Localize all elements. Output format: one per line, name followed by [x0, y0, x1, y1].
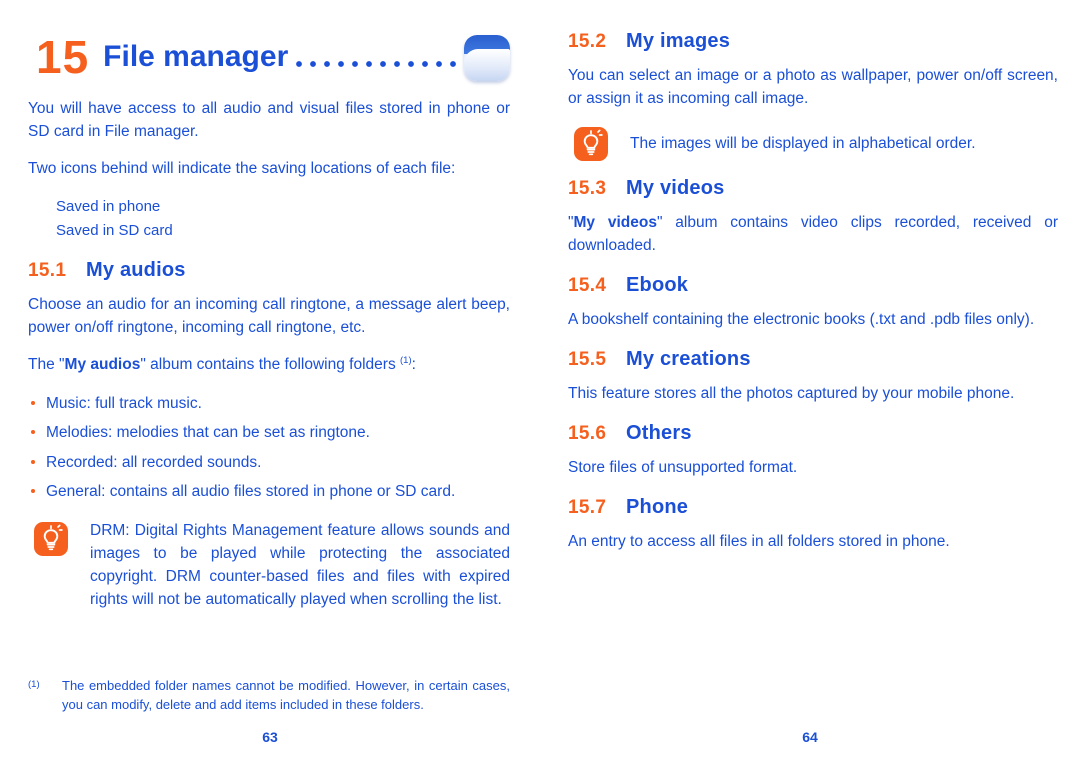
locations-intro: Two icons behind will indicate the savin… — [28, 159, 456, 177]
section-15-5-paragraph: This feature stores all the photos captu… — [568, 384, 1015, 402]
section-title: My images — [626, 30, 731, 52]
section-title: My videos — [626, 176, 725, 199]
footnote-text: The embedded folder names cannot be modi… — [62, 678, 510, 713]
section-number: 15.7 — [568, 496, 607, 518]
folders-intro: The "My audios" album contains the follo… — [28, 354, 510, 377]
section-number: 15.6 — [568, 422, 607, 444]
section-number: 15.1 — [28, 260, 67, 282]
page-number-left: 63 — [262, 729, 278, 745]
list-item: Recorded: all recorded sounds. — [28, 450, 510, 475]
footnote-reference-marker: (1) — [400, 355, 412, 367]
album-name-my-videos: My videos — [573, 213, 657, 231]
drm-note: DRM: Digital Rights Management feature a… — [28, 520, 510, 612]
section-15-6-paragraph: Store files of unsupported format. — [568, 458, 798, 476]
lightbulb-tip-icon — [574, 126, 608, 161]
section-15-2-paragraph: You can select an image or a photo as wa… — [568, 67, 1058, 107]
dot-leader — [294, 47, 460, 77]
section-number: 15.2 — [568, 31, 607, 52]
footnote-marker: (1) — [28, 679, 40, 691]
section-heading-15-1: 15.1 My audios — [28, 259, 510, 282]
section-15-4-paragraph: A bookshelf containing the electronic bo… — [568, 310, 1035, 328]
section-number: 15.5 — [568, 348, 607, 370]
section-title: Phone — [626, 495, 689, 518]
page-number-right: 64 — [802, 729, 818, 745]
section-number: 15.4 — [568, 274, 607, 296]
folders-intro-album-name: My audios — [64, 356, 141, 374]
audio-folders-list: Music: full track music. Melodies: melod… — [28, 391, 510, 503]
folder-icon — [464, 35, 510, 81]
page-left: 15 File manager You will have access to … — [0, 0, 540, 767]
section-title: My creations — [626, 347, 751, 370]
section-heading-15-5: 15.5 My creations — [568, 348, 1058, 371]
section-title: My audios — [86, 259, 186, 282]
section-15-3-paragraph: "My videos" album contains video clips r… — [568, 212, 1058, 258]
section-heading-15-2: 15.2 My images — [568, 30, 1058, 53]
saving-locations-list: Saved in phone Saved in SD card — [28, 195, 510, 244]
section-15-1-paragraph: Choose an audio for an incoming call rin… — [28, 296, 510, 337]
folders-intro-end: : — [411, 356, 416, 374]
section-number: 15.3 — [568, 177, 607, 199]
intro-paragraph: You will have access to all audio and vi… — [28, 100, 510, 140]
chapter-header: 15 File manager — [36, 26, 510, 88]
section-heading-15-3: 15.3 My videos — [568, 177, 1058, 200]
section-heading-15-7: 15.7 Phone — [568, 496, 1058, 519]
chapter-number: 15 — [36, 31, 90, 83]
my-images-note: The images will be displayed in alphabet… — [568, 126, 1058, 161]
drm-note-text: DRM: Digital Rights Management feature a… — [90, 521, 510, 608]
section-heading-15-6: 15.6 Others — [568, 422, 1058, 445]
list-item: General: contains all audio files stored… — [28, 479, 510, 504]
location-saved-in-phone: Saved in phone — [56, 197, 161, 215]
section-heading-15-4: 15.4 Ebook — [568, 274, 1058, 297]
chapter-title: File manager — [103, 40, 289, 73]
folders-intro-post: " album contains the following folders — [140, 356, 400, 374]
page-right: 15.2 My images You can select an image o… — [540, 0, 1080, 767]
list-item: Melodies: melodies that can be set as ri… — [28, 420, 510, 445]
my-images-note-text: The images will be displayed in alphabet… — [630, 134, 976, 152]
section-15-7-paragraph: An entry to access all files in all fold… — [568, 532, 950, 550]
manual-page-spread: 15 File manager You will have access to … — [0, 0, 1080, 767]
footnote: (1) The embedded folder names cannot be … — [28, 677, 510, 715]
section-title: Ebook — [626, 273, 689, 296]
list-item: Music: full track music. — [28, 391, 510, 416]
folders-intro-pre: The " — [28, 356, 65, 374]
section-title: Others — [626, 421, 692, 444]
lightbulb-tip-icon — [34, 521, 68, 556]
location-saved-in-sd-card: Saved in SD card — [56, 222, 173, 240]
